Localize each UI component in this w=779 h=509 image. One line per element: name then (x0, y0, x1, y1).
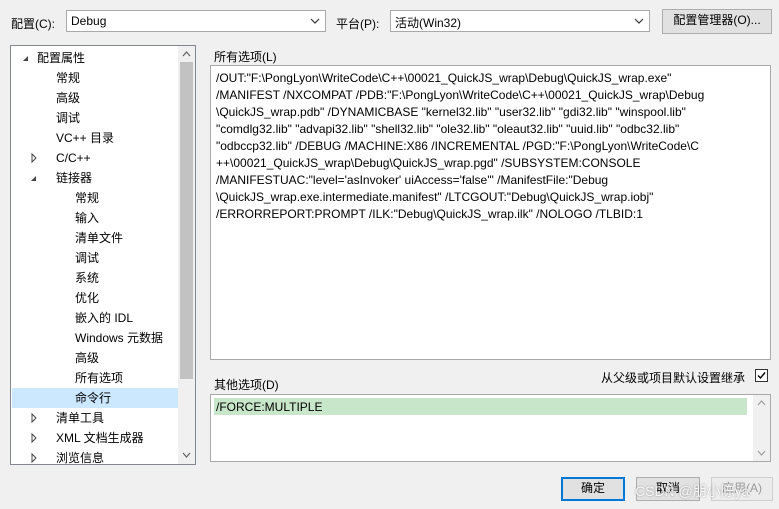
all-options-textbox[interactable]: /OUT:"F:\PongLyon\WriteCode\C++\00021_Qu… (210, 65, 771, 360)
tree-item-label: 嵌入的 IDL (75, 311, 134, 325)
collapsed-triangle-icon[interactable] (29, 148, 39, 168)
tree-item-label: VC++ 目录 (56, 131, 115, 145)
tree-item-label: 优化 (75, 291, 100, 305)
tree-item[interactable]: XML 文档生成器 (11, 428, 179, 448)
tree-item-label: 高级 (75, 351, 100, 365)
other-options-value[interactable]: /FORCE:MULTIPLE (216, 400, 322, 414)
scroll-down-icon[interactable] (757, 449, 766, 457)
scroll-thumb[interactable] (180, 62, 193, 379)
platform-dropdown[interactable]: 活动(Win32) (390, 10, 650, 32)
tree-item-label: 命令行 (75, 391, 112, 405)
tree-scrollbar[interactable] (178, 46, 195, 464)
tree-item[interactable]: 优化 (11, 288, 179, 308)
expanded-triangle-icon[interactable] (21, 48, 31, 68)
tree-item[interactable]: 配置属性 (11, 48, 179, 68)
platform-label: 平台(P): (336, 17, 380, 31)
tree-item[interactable]: 所有选项 (11, 368, 179, 388)
all-options-text: /OUT:"F:\PongLyon\WriteCode\C++\00021_Qu… (216, 70, 766, 223)
config-dropdown[interactable]: Debug (66, 10, 326, 32)
all-options-line: \QuickJS_wrap.pdb" /DYNAMICBASE "kernel3… (216, 105, 686, 119)
tree-item[interactable]: 清单工具 (11, 408, 179, 428)
collapsed-triangle-icon[interactable] (29, 428, 39, 448)
tree-item-label: XML 文档生成器 (56, 431, 144, 445)
other-options-textbox[interactable]: /FORCE:MULTIPLE (210, 394, 771, 462)
tree-item[interactable]: 调试 (11, 248, 179, 268)
tree-item-label: C/C++ (56, 151, 91, 165)
tree-item-label: 调试 (56, 111, 81, 125)
expanded-triangle-icon[interactable] (29, 168, 39, 188)
inherit-checkbox[interactable] (755, 369, 768, 382)
tree-item-label: 浏览信息 (56, 451, 105, 465)
config-label: 配置(C): (11, 17, 55, 31)
other-options-label: 其他选项(D) (214, 378, 279, 392)
all-options-line: "comdlg32.lib" "advapi32.lib" "shell32.l… (216, 122, 680, 136)
tree-item-label: 配置属性 (37, 51, 86, 65)
tree-item[interactable]: 高级 (11, 88, 179, 108)
tree-item-label: 调试 (75, 251, 100, 265)
all-options-line: "odbccp32.lib" /DEBUG /MACHINE:X86 /INCR… (216, 139, 699, 153)
all-options-label: 所有选项(L) (214, 50, 277, 64)
tree-item-label: 高级 (56, 91, 81, 105)
tree-item[interactable]: 调试 (11, 108, 179, 128)
tree-item[interactable]: 系统 (11, 268, 179, 288)
tree-item-label: 清单工具 (56, 411, 105, 425)
tree-item[interactable]: 浏览信息 (11, 448, 179, 465)
tree-item[interactable]: 命令行 (12, 388, 178, 408)
other-options-scrollbar[interactable] (753, 395, 770, 461)
checkmark-icon (757, 372, 766, 380)
property-tree[interactable]: 配置属性 常规 高级 调试 VC++ 目录 C/C++ 链接器 常规 输入 清单文件 调试 系统 优化嵌… (10, 45, 196, 465)
chevron-down-icon (634, 18, 644, 24)
collapsed-triangle-icon[interactable] (29, 408, 39, 428)
scroll-up-icon[interactable] (182, 50, 191, 58)
all-options-line: /OUT:"F:\PongLyon\WriteCode\C++\00021_Qu… (216, 71, 672, 85)
watermark: CSDN @朋小陈ya (635, 483, 750, 499)
tree-item-label: 常规 (56, 71, 81, 85)
tree-item[interactable]: VC++ 目录 (11, 128, 179, 148)
tree-item[interactable]: 高级 (11, 348, 179, 368)
all-options-line: ++\00021_QuickJS_wrap\Debug\QuickJS_wrap… (216, 156, 641, 170)
all-options-line: /ERRORREPORT:PROMPT /ILK:"Debug\QuickJS_… (216, 207, 643, 221)
tree-item-label: 清单文件 (75, 231, 124, 245)
tree-item[interactable]: 链接器 (11, 168, 179, 188)
tree-item-label: 所有选项 (75, 371, 124, 385)
tree-item[interactable]: Windows 元数据 (11, 328, 179, 348)
tree-item[interactable]: C/C++ (11, 148, 179, 168)
all-options-line: \QuickJS_wrap.exe.intermediate.manifest"… (216, 190, 654, 204)
tree-item-label: 链接器 (56, 171, 93, 185)
collapsed-triangle-icon[interactable] (29, 448, 39, 465)
tree-item[interactable]: 嵌入的 IDL (11, 308, 179, 328)
all-options-line: /MANIFEST /NXCOMPAT /PDB:"F:\PongLyon\Wr… (216, 88, 705, 102)
tree-item-label: Windows 元数据 (75, 331, 164, 345)
tree-item-label: 系统 (75, 271, 100, 285)
all-options-line: /MANIFESTUAC:"level='asInvoker' uiAccess… (216, 173, 609, 187)
scroll-up-icon[interactable] (757, 399, 766, 407)
tree-item[interactable]: 常规 (11, 188, 179, 208)
tree-item[interactable]: 常规 (11, 68, 179, 88)
tree-item-label: 输入 (75, 211, 100, 225)
inherit-label: 从父级或项目默认设置继承 (601, 371, 746, 385)
chevron-down-icon (310, 18, 320, 24)
tree-item-label: 常规 (75, 191, 100, 205)
tree-item[interactable]: 输入 (11, 208, 179, 228)
ok-button[interactable]: 确定 (561, 477, 625, 501)
scroll-down-icon[interactable] (182, 451, 191, 459)
platform-value: 活动(Win32) (395, 16, 462, 30)
config-manager-button[interactable]: 配置管理器(O)... (662, 9, 772, 34)
tree-item[interactable]: 清单文件 (11, 228, 179, 248)
config-value: Debug (71, 14, 107, 28)
